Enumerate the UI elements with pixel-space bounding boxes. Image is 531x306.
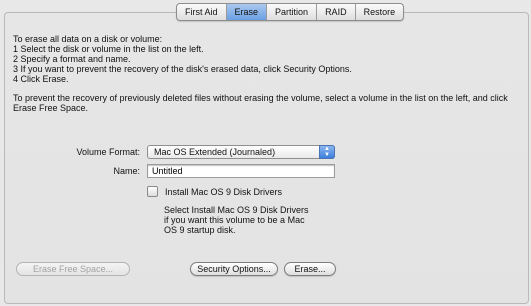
instruction-step: 3 If you want to prevent the recovery of… <box>13 64 352 74</box>
os9-drivers-checkbox[interactable] <box>147 186 158 197</box>
free-space-note: To prevent the recovery of previously de… <box>13 93 508 113</box>
os9-drivers-option[interactable]: Install Mac OS 9 Disk Drivers <box>147 186 282 197</box>
erase-instructions: To erase all data on a disk or volume: 1… <box>13 34 352 84</box>
erase-free-space-button[interactable]: Erase Free Space... <box>16 262 130 276</box>
os9-drivers-label: Install Mac OS 9 Disk Drivers <box>165 186 283 197</box>
tab-first-aid[interactable]: First Aid <box>177 4 227 20</box>
popup-arrows-icon: ▲ ▼ <box>319 145 335 159</box>
tab-erase[interactable]: Erase <box>226 4 268 20</box>
volume-format-popup[interactable]: Mac OS Extended (Journaled) ▲ ▼ <box>147 145 335 159</box>
security-options-button[interactable]: Security Options... <box>190 262 278 276</box>
name-field[interactable] <box>147 164 335 178</box>
erase-button[interactable]: Erase... <box>284 262 336 276</box>
tab-raid[interactable]: RAID <box>317 4 356 20</box>
instruction-step: 2 Specify a format and name. <box>13 54 131 64</box>
name-label: Name: <box>113 166 140 176</box>
volume-format-label: Volume Format: <box>76 147 140 157</box>
tab-bar: First Aid Erase Partition RAID Restore <box>176 3 405 21</box>
instruction-step: 4 Click Erase. <box>13 74 69 84</box>
os9-drivers-help: Select Install Mac OS 9 Disk Drivers if … <box>164 205 309 235</box>
instruction-step: 1 Select the disk or volume in the list … <box>13 44 204 54</box>
tab-partition[interactable]: Partition <box>267 4 318 20</box>
instructions-intro: To erase all data on a disk or volume: <box>13 34 163 44</box>
tab-restore[interactable]: Restore <box>356 4 404 20</box>
volume-format-value: Mac OS Extended (Journaled) <box>154 147 276 157</box>
